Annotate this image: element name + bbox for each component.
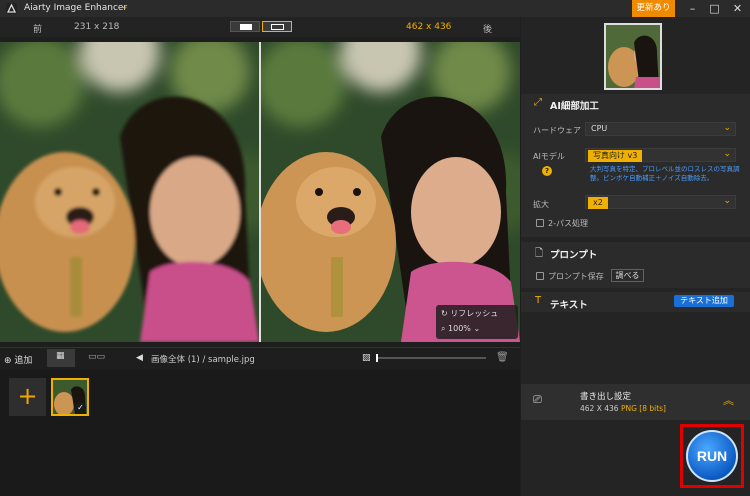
add-button[interactable]: ⊕ 追加 [4, 353, 32, 366]
expand-up-icon[interactable]: ︽ [723, 392, 734, 408]
prompt-section-title: プロンプト [550, 250, 598, 261]
export-settings-icon: ⎚ [533, 393, 542, 406]
chevron-down-icon: ⌄ [723, 123, 731, 133]
thumbnail-size-slider[interactable] [376, 354, 486, 362]
breadcrumb: 画像全体 (1) / sample.jpg [151, 353, 255, 365]
close-icon[interactable]: ✕ [725, 0, 750, 17]
text-section-title: テキスト [550, 300, 588, 311]
checkmark-icon: ✓ [75, 402, 86, 413]
breadcrumb-separator: / [202, 355, 206, 365]
export-section [521, 384, 750, 420]
export-title: 書き出し設定 [580, 392, 632, 402]
prompt-save-label: プロンプト保存 [548, 272, 604, 281]
grid-view-button[interactable]: ▦ [47, 349, 75, 367]
scale-select[interactable]: x2 ⌄ [585, 195, 736, 209]
zoom-value: 100% [448, 324, 471, 333]
maximize-icon[interactable]: □ [702, 0, 727, 17]
preview-thumbnail [604, 23, 662, 90]
export-size: 462 X 436 [580, 404, 619, 413]
image-viewer[interactable] [0, 42, 520, 342]
refresh-icon: ↻ [441, 309, 448, 318]
app-logo-icon [6, 3, 17, 14]
chevron-down-icon: ⌄ [723, 196, 731, 206]
help-icon[interactable]: ? [542, 166, 552, 176]
hardware-select[interactable]: CPU ⌄ [585, 122, 736, 136]
app-menu-chevron-icon[interactable]: ⌄ [121, 2, 129, 12]
hardware-value: CPU [591, 124, 608, 133]
ai-section-title: AI細部加工 [550, 101, 599, 112]
chevron-down-icon: ⌄ [723, 149, 731, 159]
run-button[interactable]: RUN [686, 430, 738, 482]
trash-icon[interactable]: 🗑 [496, 352, 509, 363]
scale-label: 拡大 [533, 200, 549, 209]
hardware-label: ハードウェア [533, 126, 581, 135]
model-label: AIモデル [533, 152, 565, 161]
app-title: Aiarty Image Enhancer [24, 3, 128, 13]
grid-icon: ▦ [56, 351, 65, 361]
text-add-button[interactable]: テキスト追加 [674, 295, 734, 307]
prompt-save-checkbox[interactable] [536, 272, 544, 280]
before-size: 231 x 218 [74, 22, 120, 32]
after-label: 後 [483, 25, 493, 35]
chevron-down-icon: ⌄ [473, 324, 481, 333]
breadcrumb-file: sample.jpg [208, 355, 255, 365]
document-icon: 🗋 [535, 248, 544, 259]
twopass-label: 2-パス処理 [548, 219, 588, 228]
text-tool-icon: T [535, 295, 542, 306]
zoom-icon: ⌕ [441, 324, 446, 333]
scale-value: x2 [588, 197, 608, 209]
thumbnail-sample[interactable]: ✓ [51, 378, 89, 416]
compare-view-button[interactable] [262, 21, 292, 32]
export-details: 462 X 436 PNG [8 bits] [580, 404, 666, 413]
zoom-select[interactable]: ⌕ 100% ⌄ [441, 324, 480, 334]
twopass-checkbox[interactable] [536, 219, 544, 227]
breadcrumb-folder[interactable]: 画像全体 (1) [151, 355, 200, 365]
prompt-search-button[interactable]: 調べる [611, 269, 644, 282]
after-size: 462 x 436 [406, 22, 452, 32]
update-button[interactable]: 更新あり [632, 0, 675, 17]
model-select[interactable]: 写真向け v3 ⌄ [585, 148, 736, 162]
add-label: 追加 [14, 356, 33, 366]
model-description: 大判写真を特定、プロレベル並のロスレスの写真調整。ピンボケ自動補正＋ノイズ自動除… [590, 165, 740, 182]
refresh-button[interactable]: ↻ リフレッシュ [441, 308, 498, 319]
back-arrow-icon[interactable]: ◀ [136, 353, 143, 363]
export-format: PNG [620, 404, 637, 413]
split-view-button[interactable] [230, 21, 260, 32]
add-image-tile[interactable]: + [9, 378, 46, 416]
refresh-label: リフレッシュ [450, 309, 499, 318]
ai-enhance-icon: ⤢ [534, 97, 542, 108]
after-image [261, 42, 520, 342]
export-bits: [8 bits] [639, 404, 666, 413]
add-circle-icon: ⊕ [4, 356, 12, 366]
refresh-zoom-panel: ↻ リフレッシュ ⌕ 100% ⌄ [436, 305, 518, 339]
before-label: 前 [33, 25, 43, 35]
image-size-icon: ▨ [362, 353, 371, 363]
list-view-button[interactable]: ▭▭ [88, 352, 105, 362]
before-image [0, 42, 259, 342]
model-value: 写真向け v3 [588, 150, 643, 162]
